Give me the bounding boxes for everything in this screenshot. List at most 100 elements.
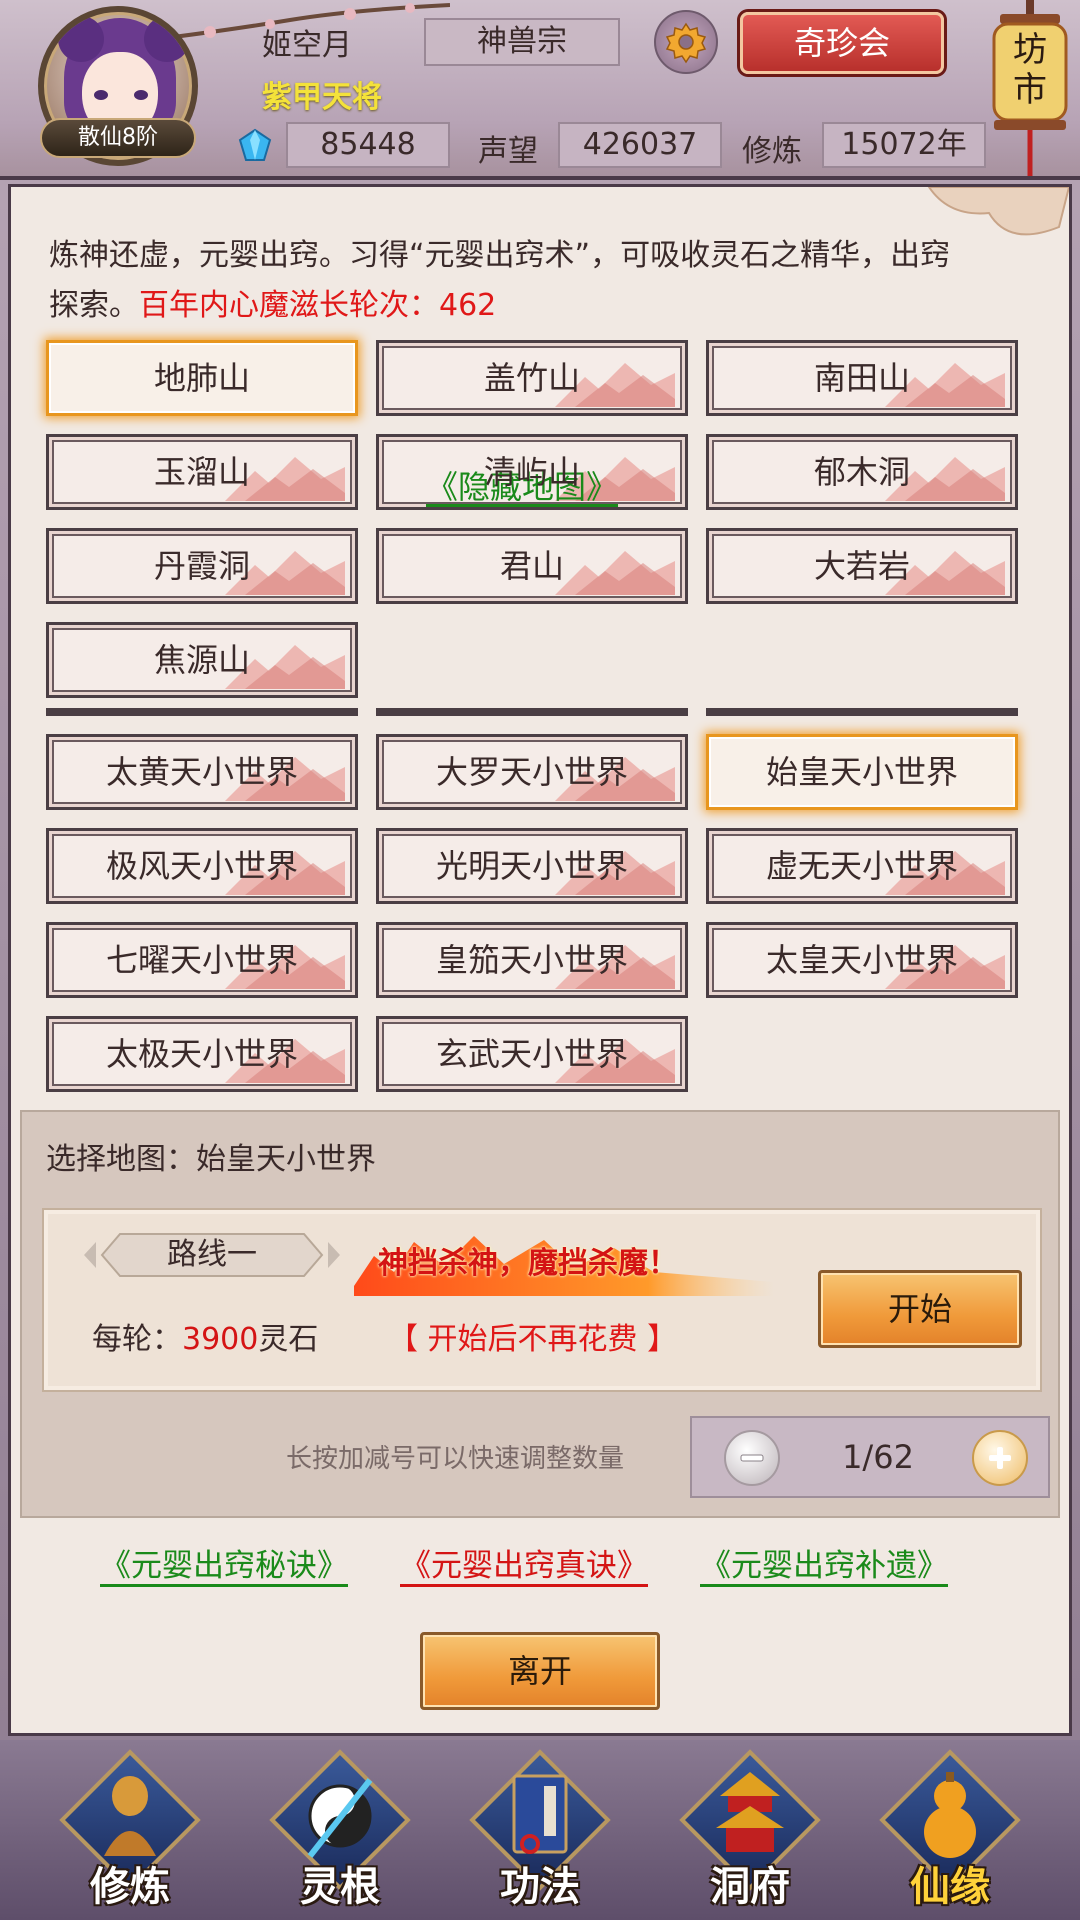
map-button-label: 清屿山 bbox=[483, 453, 580, 491]
cost-value: 3900 bbox=[182, 1322, 259, 1357]
nav-label: 洞府 bbox=[710, 1864, 790, 1910]
map-button-label: 南田山 bbox=[813, 359, 910, 397]
avatar-bun-right bbox=[144, 16, 190, 62]
map-button-label: 玉溜山 bbox=[153, 453, 250, 491]
map-button[interactable]: 极风天小世界 bbox=[46, 828, 358, 904]
meditating-monk-icon bbox=[104, 1776, 156, 1856]
treasure-auction-button[interactable]: 奇珍会 bbox=[740, 12, 944, 74]
map-button[interactable]: 大若岩 bbox=[706, 528, 1018, 604]
quantity-stepper: 1/62 bbox=[690, 1416, 1050, 1498]
map-button-label: 太黄天小世界 bbox=[105, 753, 298, 791]
pagoda-icon bbox=[716, 1772, 784, 1852]
map-button[interactable]: 玄武天小世界 bbox=[376, 1016, 688, 1092]
selected-map-title: 选择地图：始皇天小世界 bbox=[46, 1142, 376, 1177]
cultivation-label: 修炼 bbox=[742, 134, 802, 169]
map-button[interactable]: 郁木洞 bbox=[706, 434, 1018, 510]
map-button[interactable]: 始皇天小世界 bbox=[706, 734, 1018, 810]
map-button-label: 极风天小世界 bbox=[105, 847, 298, 885]
map-button-label: 盖竹山 bbox=[483, 359, 580, 397]
cost-per-round: 每轮：3900灵石 bbox=[92, 1314, 318, 1358]
cost-label: 每轮： bbox=[92, 1322, 182, 1357]
map-button[interactable]: 太极天小世界 bbox=[46, 1016, 358, 1092]
route-name: 路线一 bbox=[167, 1237, 257, 1272]
map-button[interactable]: 焦源山 bbox=[46, 622, 358, 698]
nav-fortune[interactable]: 仙缘 bbox=[860, 1746, 1040, 1916]
map-button-label: 太皇天小世界 bbox=[765, 941, 958, 979]
plus-icon bbox=[989, 1447, 1011, 1469]
player-title: 紫甲天将 bbox=[262, 80, 382, 115]
rank-badge: 散仙8阶 bbox=[40, 118, 196, 158]
map-button[interactable]: 光明天小世界 bbox=[376, 828, 688, 904]
map-button-label: 丹霞洞 bbox=[153, 547, 250, 585]
guide-true-link[interactable]: 《元婴出窍真诀》 bbox=[400, 1540, 648, 1585]
selection-panel: 选择地图：始皇天小世界 路线一 神挡杀神，魔挡杀魔！ 每轮：3900灵石 【 开… bbox=[20, 1110, 1060, 1518]
cultivation-value: 15072年 bbox=[822, 122, 986, 168]
intro-text: 炼神还虚，元婴出窍。习得“元婴出窍术”，可吸收灵石之精华，出窍探索。百年内心魔滋… bbox=[49, 231, 969, 331]
no-extra-cost-notice: 【 开始后不再花费 】 bbox=[388, 1322, 678, 1357]
nav-label: 灵根 bbox=[300, 1864, 380, 1910]
route-slogan: 神挡杀神，魔挡杀魔！ bbox=[378, 1246, 678, 1281]
increase-button[interactable] bbox=[972, 1430, 1028, 1486]
map-button[interactable]: 太黄天小世界 bbox=[46, 734, 358, 810]
map-button-label: 焦源山 bbox=[153, 641, 250, 679]
map-button-label: 皇笳天小世界 bbox=[435, 941, 628, 979]
map-button[interactable]: 虚无天小世界 bbox=[706, 828, 1018, 904]
avatar-eyes bbox=[94, 90, 148, 100]
nav-technique[interactable]: 功法 bbox=[450, 1746, 630, 1916]
map-button-label: 大若岩 bbox=[813, 547, 910, 585]
guide-supplement-link[interactable]: 《元婴出窍补遗》 bbox=[700, 1540, 948, 1585]
map-button[interactable]: 盖竹山 bbox=[376, 340, 688, 416]
gourd-icon bbox=[924, 1772, 976, 1858]
nav-cave[interactable]: 洞府 bbox=[660, 1746, 840, 1916]
quantity-value: 1/62 bbox=[842, 1438, 914, 1476]
inner-demon-rounds: 百年内心魔滋长轮次：462 bbox=[139, 288, 497, 323]
map-button-label: 玄武天小世界 bbox=[435, 1035, 628, 1073]
gear-icon bbox=[665, 22, 707, 64]
divider-3 bbox=[706, 708, 1018, 716]
map-button-label: 郁木洞 bbox=[813, 453, 910, 491]
guide-secret-link[interactable]: 《元婴出窍秘诀》 bbox=[100, 1540, 348, 1585]
map-button[interactable]: 太皇天小世界 bbox=[706, 922, 1018, 998]
map-button[interactable]: 皇笳天小世界 bbox=[376, 922, 688, 998]
map-button[interactable]: 七曜天小世界 bbox=[46, 922, 358, 998]
map-button[interactable]: 地肺山 bbox=[46, 340, 358, 416]
divider-1 bbox=[46, 708, 358, 716]
player-name: 姬空月 bbox=[262, 28, 352, 63]
yin-yang-sword-icon bbox=[307, 1778, 373, 1858]
map-button-label: 太极天小世界 bbox=[105, 1035, 298, 1073]
map-button-label: 始皇天小世界 bbox=[765, 753, 958, 791]
decrease-button[interactable] bbox=[724, 1430, 780, 1486]
map-button[interactable]: 玉溜山 bbox=[46, 434, 358, 510]
map-button-label: 大罗天小世界 bbox=[435, 753, 628, 791]
market-label: 坊市 bbox=[1013, 30, 1047, 110]
map-button[interactable]: 南田山 bbox=[706, 340, 1018, 416]
reputation-value: 426037 bbox=[558, 122, 722, 168]
spirit-stone-icon bbox=[238, 128, 272, 161]
route-card: 路线一 神挡杀神，魔挡杀魔！ 每轮：3900灵石 【 开始后不再花费 】 开始 bbox=[42, 1208, 1042, 1392]
mountain-icon bbox=[555, 551, 675, 595]
start-button[interactable]: 开始 bbox=[818, 1270, 1022, 1348]
nav-label: 功法 bbox=[500, 1864, 580, 1910]
spirit-stones-value: 85448 bbox=[286, 122, 450, 168]
map-button-label: 七曜天小世界 bbox=[105, 941, 298, 979]
book-icon bbox=[512, 1774, 568, 1854]
divider-2 bbox=[376, 708, 688, 716]
cost-unit: 灵石 bbox=[258, 1322, 319, 1357]
market-button[interactable]: 坊市 bbox=[988, 0, 1072, 176]
map-button-label: 虚无天小世界 bbox=[765, 847, 958, 885]
bottom-nav: 修炼 灵根 功法 洞府 仙缘 bbox=[0, 1740, 1080, 1920]
sect-name[interactable]: 神兽宗 bbox=[424, 18, 620, 66]
settings-button[interactable] bbox=[654, 10, 718, 74]
nav-label: 仙缘 bbox=[910, 1864, 990, 1910]
quantity-hint: 长按加减号可以快速调整数量 bbox=[286, 1444, 625, 1474]
leave-button[interactable]: 离开 bbox=[420, 1632, 660, 1710]
nav-spirit-root[interactable]: 灵根 bbox=[250, 1746, 430, 1916]
map-button-label: 君山 bbox=[499, 547, 564, 585]
map-button[interactable]: 君山 bbox=[376, 528, 688, 604]
avatar-bun-left bbox=[58, 16, 104, 62]
map-button[interactable]: 丹霞洞 bbox=[46, 528, 358, 604]
nav-label: 修炼 bbox=[90, 1864, 170, 1910]
map-button[interactable]: 大罗天小世界 bbox=[376, 734, 688, 810]
reputation-label: 声望 bbox=[478, 134, 538, 169]
nav-cultivate[interactable]: 修炼 bbox=[40, 1746, 220, 1916]
